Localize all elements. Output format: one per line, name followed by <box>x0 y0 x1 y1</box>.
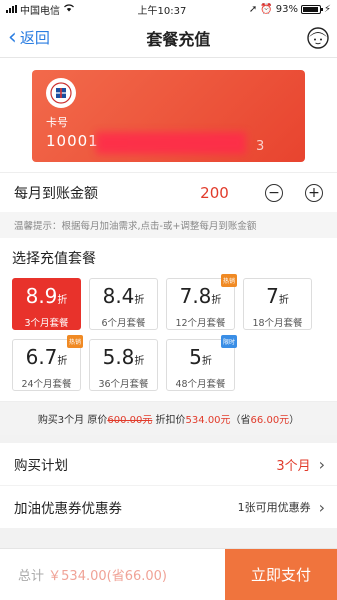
chevron-right-icon: › <box>318 454 325 474</box>
battery-percent: 93% <box>275 3 298 15</box>
wifi-icon <box>63 3 75 15</box>
battery-icon <box>300 4 323 14</box>
total-amount: ￥534.00(省66.00) <box>48 569 168 584</box>
saved-amount: 66.00元 <box>250 415 290 426</box>
discounted-price: 534.00元 <box>185 415 231 426</box>
package-option[interactable]: 8.4折 6个月套餐 <box>89 278 158 330</box>
card-area: 卡号 10001 3 <box>0 58 337 172</box>
package-desc: 48个月套餐 <box>175 379 226 390</box>
package-discount: 5折 <box>189 345 212 369</box>
package-discount: 8.9折 <box>25 284 68 308</box>
fuel-card[interactable]: 卡号 10001 3 <box>32 70 305 162</box>
clock: 上午10:37 <box>137 5 187 17</box>
pay-button[interactable]: 立即支付 <box>225 548 337 600</box>
coupon-value: 1张可用优惠券 <box>237 501 311 514</box>
package-option[interactable]: 8.9折 3个月套餐 <box>12 278 81 330</box>
package-grid: 8.9折 3个月套餐 8.4折 6个月套餐 7.8折 12个月套餐 热销 7折 18个月套餐 6.… <box>12 274 325 391</box>
package-desc: 18个月套餐 <box>252 318 303 329</box>
nav-bar: ‹ 返回 套餐充值 <box>0 18 337 58</box>
card-number-suffix: 3 <box>256 139 265 154</box>
hint-text: 温馨提示：根据每月加油需求,点击-或+调整每月到账金额 <box>0 212 337 238</box>
section-title: 选择充值套餐 <box>12 251 96 267</box>
total: 总计 ￥534.00(省66.00) <box>0 565 225 584</box>
chevron-left-icon: ‹ <box>8 24 17 50</box>
package-tag: 热销 <box>221 274 237 287</box>
chevron-right-icon: › <box>318 497 325 517</box>
purchase-plan-row[interactable]: 购买计划 3个月 › <box>0 443 337 485</box>
bottom-bar: 总计 ￥534.00(省66.00) 立即支付 <box>0 548 337 600</box>
monthly-amount-label: 每月到账金额 <box>14 185 98 202</box>
summary-prefix: 购买3个月 原价 <box>37 415 108 426</box>
back-label: 返回 <box>19 29 50 47</box>
package-desc: 3个月套餐 <box>24 318 69 329</box>
charging-icon: ⚡ <box>323 3 331 15</box>
summary-paren-close: ） <box>289 415 300 426</box>
minus-button[interactable]: − <box>265 183 283 202</box>
package-option[interactable]: 5.8折 36个月套餐 <box>89 339 158 391</box>
avatar[interactable] <box>307 26 329 49</box>
monthly-amount-value: 200 <box>200 183 229 202</box>
package-discount: 6.7折 <box>25 345 68 369</box>
purchase-plan-value: 3个月 <box>276 458 311 474</box>
card-label: 卡号 <box>46 116 68 129</box>
card-number-mask <box>96 132 246 154</box>
coupon-row[interactable]: 加油优惠券优惠券 1张可用优惠券 › <box>0 486 337 528</box>
total-label: 总计 <box>18 569 45 584</box>
package-option[interactable]: 7.8折 12个月套餐 热销 <box>166 274 237 330</box>
page-title: 套餐充值 <box>146 29 211 49</box>
package-option[interactable]: 7折 18个月套餐 <box>243 278 312 330</box>
back-button[interactable]: ‹ 返回 <box>8 24 50 50</box>
package-tag: 限时 <box>221 335 237 348</box>
package-discount: 8.4折 <box>102 284 145 308</box>
package-option[interactable]: 5折 48个月套餐 限时 <box>166 335 237 391</box>
plus-button[interactable]: + <box>305 183 323 202</box>
original-price: 600.00元 <box>107 415 153 426</box>
location-icon: ➚ <box>248 3 258 15</box>
status-bar: 中国电信 上午10:37 ➚ ⏰ 93% ⚡ <box>0 0 337 18</box>
package-tag: 热销 <box>67 335 83 348</box>
purchase-plan-label: 购买计划 <box>14 458 68 474</box>
package-desc: 24个月套餐 <box>21 379 72 390</box>
signal-icon <box>6 5 17 13</box>
monthly-amount-row: 每月到账金额 200 − + <box>0 172 337 212</box>
package-discount: 7.8折 <box>179 284 222 308</box>
summary-paren-open: （省 <box>230 415 251 426</box>
package-desc: 12个月套餐 <box>175 318 226 329</box>
price-summary: 购买3个月 原价600.00元 折扣价534.00元（省66.00元） <box>0 401 337 435</box>
package-option[interactable]: 6.7折 24个月套餐 热销 <box>12 335 83 391</box>
amount-stepper: − + <box>265 183 323 202</box>
summary-mid: 折扣价 <box>152 415 186 426</box>
package-discount: 5.8折 <box>102 345 145 369</box>
coupon-label: 加油优惠券优惠券 <box>14 501 122 517</box>
carrier-name: 中国电信 <box>20 5 60 17</box>
card-logo <box>46 78 76 108</box>
package-desc: 36个月套餐 <box>98 379 149 390</box>
alarm-icon: ⏰ <box>260 3 273 15</box>
package-section: 选择充值套餐 8.9折 3个月套餐 8.4折 6个月套餐 7.8折 12个月套餐 热销 7折 1… <box>0 238 337 401</box>
package-desc: 6个月套餐 <box>101 318 146 329</box>
package-discount: 7折 <box>266 284 289 308</box>
